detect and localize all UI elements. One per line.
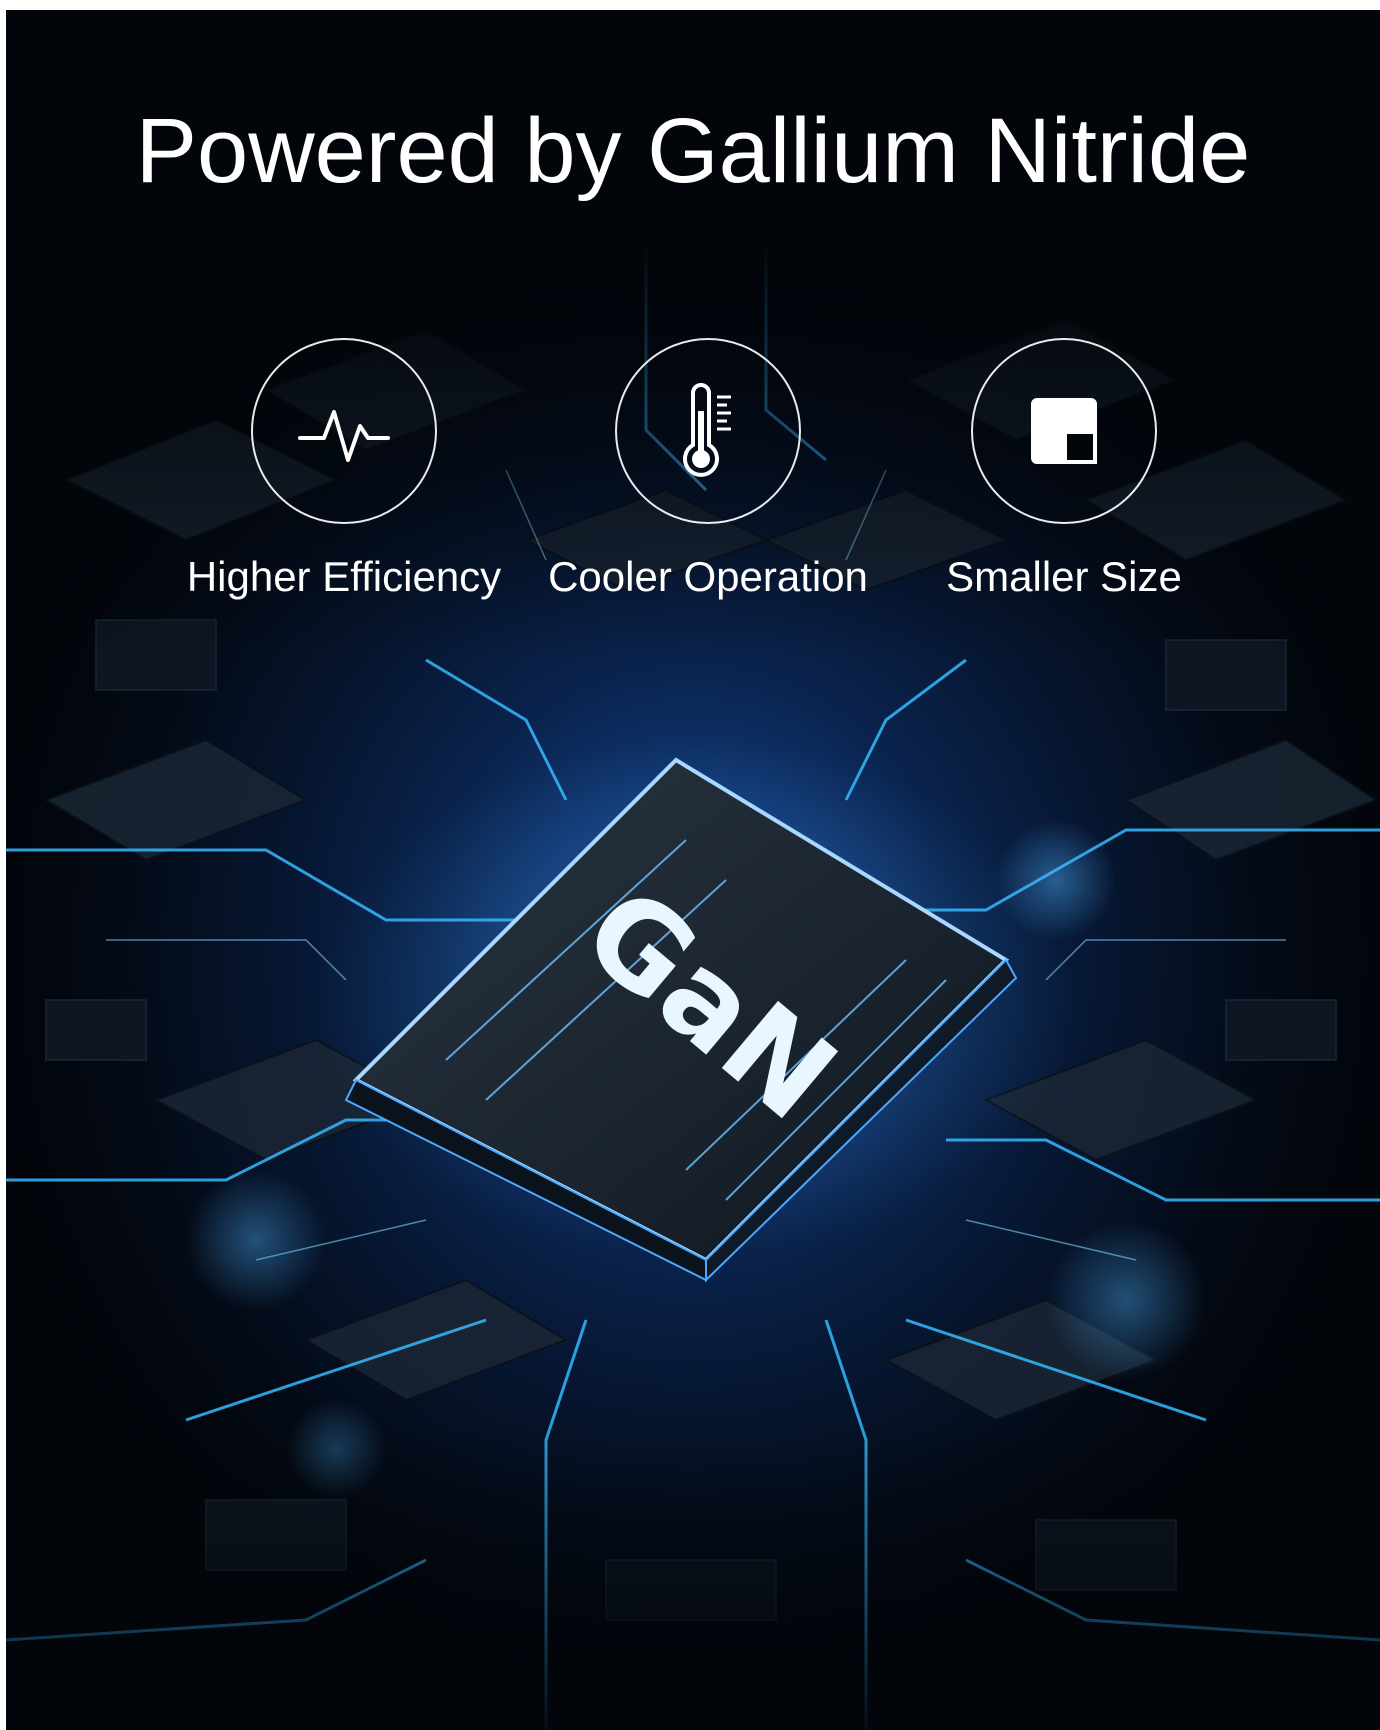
feature-cooler-operation: Cooler Operation — [518, 338, 898, 600]
feature-label: Smaller Size — [946, 553, 1182, 600]
feature-higher-efficiency: Higher Efficiency — [154, 338, 534, 600]
feature-icon-circle — [615, 338, 801, 524]
thermometer-icon — [683, 383, 731, 477]
feature-label: Cooler Operation — [548, 553, 868, 600]
feature-smaller-size: Smaller Size — [874, 338, 1254, 600]
pulse-waveform-icon — [298, 410, 390, 462]
banner: GaN Powered by Gallium Nitride Higher Ef… — [6, 10, 1380, 1730]
feature-icon-circle — [251, 338, 437, 524]
feature-label: Higher Efficiency — [186, 553, 502, 600]
page-title: Powered by Gallium Nitride — [135, 100, 1251, 202]
feature-icon-circle — [971, 338, 1157, 524]
shrink-square-icon — [1031, 398, 1097, 464]
